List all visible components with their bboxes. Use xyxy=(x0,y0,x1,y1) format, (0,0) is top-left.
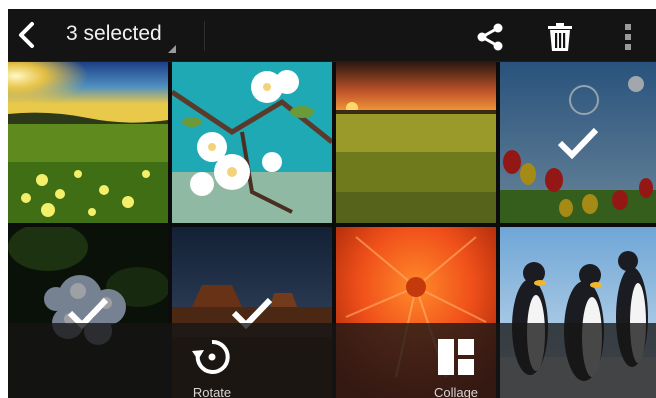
gallery-screen: 3 selected Rotate Collage xyxy=(8,9,656,398)
rotate-button[interactable]: Rotate xyxy=(152,323,272,398)
collage-label: Collage xyxy=(433,385,479,398)
sunset-meadow-photo xyxy=(8,62,168,223)
photo-tile[interactable] xyxy=(172,62,332,223)
collage-button[interactable]: Collage xyxy=(396,323,516,398)
more-options-button[interactable] xyxy=(608,17,648,57)
white-blossoms-photo xyxy=(172,62,332,223)
delete-button[interactable] xyxy=(540,17,580,57)
share-icon xyxy=(477,23,503,51)
back-arrow-icon xyxy=(19,22,34,48)
dropdown-caret-icon xyxy=(167,45,176,53)
back-button[interactable] xyxy=(12,17,44,53)
trash-icon xyxy=(548,23,572,51)
photo-tile[interactable] xyxy=(336,62,496,223)
action-bar: 3 selected xyxy=(8,9,656,62)
checkmark-icon xyxy=(557,127,599,159)
rotate-icon xyxy=(192,339,230,374)
photo-tile-selected[interactable] xyxy=(500,62,656,223)
bottom-action-bar: Rotate Collage xyxy=(8,323,656,398)
sunset-field-photo xyxy=(336,62,496,223)
selection-count-title: 3 selected xyxy=(66,22,162,45)
rotate-label: Rotate xyxy=(192,385,232,398)
selection-dropdown[interactable]: 3 selected xyxy=(66,19,176,53)
collage-icon xyxy=(438,339,474,375)
overflow-menu-icon xyxy=(625,24,631,50)
divider xyxy=(204,21,205,51)
photo-tile[interactable] xyxy=(8,62,168,223)
share-button[interactable] xyxy=(470,17,510,57)
